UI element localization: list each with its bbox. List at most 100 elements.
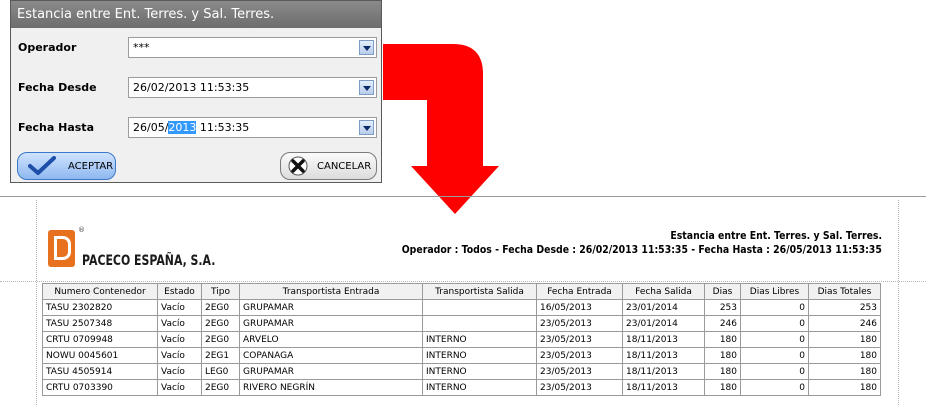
cell: GRUPAMAR bbox=[239, 299, 423, 316]
cell: CRTU 0709948 bbox=[42, 331, 158, 348]
col-header: Dias bbox=[704, 283, 741, 300]
cancel-button[interactable]: CANCELAR bbox=[280, 152, 377, 180]
cell: 2EG0 bbox=[201, 379, 240, 396]
cell: 246 bbox=[808, 315, 881, 332]
cell: GRUPAMAR bbox=[239, 315, 423, 332]
operador-combo[interactable]: *** bbox=[128, 37, 377, 58]
dialog-title: Estancia entre Ent. Terres. y Sal. Terre… bbox=[11, 1, 381, 28]
cell: 0 bbox=[740, 363, 809, 380]
col-header: Dias Totales bbox=[808, 283, 881, 300]
cell: 180 bbox=[808, 363, 881, 380]
report-title: Estancia entre Ent. Terres. y Sal. Terre… bbox=[670, 229, 882, 242]
cell: 180 bbox=[808, 379, 881, 396]
cell: 246 bbox=[704, 315, 741, 332]
cell: 23/05/2013 bbox=[536, 347, 623, 364]
col-header: Transportista Entrada bbox=[239, 283, 423, 300]
chevron-down-icon[interactable] bbox=[359, 40, 374, 55]
cell: LEG0 bbox=[201, 363, 240, 380]
cell: 180 bbox=[704, 331, 741, 348]
cell bbox=[422, 315, 537, 332]
cell: INTERNO bbox=[422, 379, 537, 396]
operador-label: Operador bbox=[18, 41, 77, 54]
col-header: Estado bbox=[157, 283, 202, 300]
fecha-hasta-row: Fecha Hasta 26/05/2013 11:53:35 bbox=[11, 117, 381, 141]
cell: 18/11/2013 bbox=[622, 363, 705, 380]
cell: 23/05/2013 bbox=[536, 315, 623, 332]
cell: 23/01/2014 bbox=[622, 299, 705, 316]
cell: TASU 2302820 bbox=[42, 299, 158, 316]
arrow-down-icon bbox=[383, 44, 499, 214]
col-header: Dias Libres bbox=[740, 283, 809, 300]
cell: 18/11/2013 bbox=[622, 379, 705, 396]
cell: COPANAGA bbox=[239, 347, 423, 364]
cell: 0 bbox=[740, 315, 809, 332]
fecha-desde-row: Fecha Desde 26/02/2013 11:53:35 bbox=[11, 77, 381, 101]
logo-registered-mark: ® bbox=[78, 226, 85, 234]
cell: 2EG0 bbox=[201, 331, 240, 348]
cell: 180 bbox=[704, 347, 741, 364]
cell: 0 bbox=[740, 331, 809, 348]
report-subtitle: Operador : Todos - Fecha Desde : 26/02/2… bbox=[401, 243, 882, 256]
operador-value: *** bbox=[133, 41, 150, 54]
cell: 2EG0 bbox=[201, 299, 240, 316]
cell: INTERNO bbox=[422, 331, 537, 348]
col-header: Transportista Salida bbox=[422, 283, 537, 300]
fecha-desde-label: Fecha Desde bbox=[18, 81, 97, 94]
cell: 18/11/2013 bbox=[622, 331, 705, 348]
operador-row: Operador *** bbox=[11, 37, 381, 61]
fecha-hasta-day-month: 26/05/ bbox=[133, 121, 169, 134]
table-row: TASU 4505914 Vacío LEG0 GRUPAMAR INTERNO… bbox=[42, 363, 881, 380]
cancel-label: CANCELAR bbox=[317, 161, 372, 172]
fecha-hasta-time: 11:53:35 bbox=[196, 121, 250, 134]
table-row: TASU 2507348 Vacío 2EG0 GRUPAMAR 23/05/2… bbox=[42, 315, 881, 332]
close-icon bbox=[288, 156, 308, 176]
cell: GRUPAMAR bbox=[239, 363, 423, 380]
chevron-down-icon[interactable] bbox=[359, 80, 374, 95]
table-row: NOWU 0045601 Vacío 2EG1 COPANAGA INTERNO… bbox=[42, 347, 881, 364]
cell: 180 bbox=[808, 331, 881, 348]
cell: 18/11/2013 bbox=[622, 347, 705, 364]
chevron-down-icon[interactable] bbox=[359, 120, 374, 135]
parameters-dialog: Estancia entre Ent. Terres. y Sal. Terre… bbox=[10, 0, 382, 183]
table-row: CRTU 0709948 Vacío 2EG0 ARVELO INTERNO 2… bbox=[42, 331, 881, 348]
cell: 23/05/2013 bbox=[536, 363, 623, 380]
company-name: PACECO ESPAÑA, S.A. bbox=[82, 253, 216, 269]
table-header-row: Numero Contenedor Estado Tipo Transporti… bbox=[42, 283, 881, 300]
cell: 180 bbox=[704, 379, 741, 396]
cell: 0 bbox=[740, 379, 809, 396]
accept-button[interactable]: ACEPTAR bbox=[17, 152, 116, 180]
cell: 2EG0 bbox=[201, 315, 240, 332]
col-header: Numero Contenedor bbox=[42, 283, 158, 300]
cell: Vacío bbox=[157, 347, 202, 364]
report-margin-left bbox=[36, 200, 37, 405]
cell: 253 bbox=[704, 299, 741, 316]
cell bbox=[422, 299, 537, 316]
report-top-border bbox=[0, 196, 926, 197]
cell: 2EG1 bbox=[201, 347, 240, 364]
cell: 23/05/2013 bbox=[536, 379, 623, 396]
fecha-hasta-value[interactable]: 26/05/2013 11:53:35 bbox=[133, 121, 249, 134]
fecha-hasta-label: Fecha Hasta bbox=[18, 121, 94, 134]
fecha-desde-picker[interactable]: 26/02/2013 11:53:35 bbox=[128, 77, 377, 98]
cell: Vacío bbox=[157, 299, 202, 316]
fecha-hasta-picker[interactable]: 26/05/2013 11:53:35 bbox=[128, 117, 377, 138]
checkmark-icon bbox=[28, 156, 56, 175]
cell: Vacío bbox=[157, 315, 202, 332]
cell: 23/01/2014 bbox=[622, 315, 705, 332]
cell: Vacío bbox=[157, 331, 202, 348]
cell: TASU 2507348 bbox=[42, 315, 158, 332]
report-table: Numero Contenedor Estado Tipo Transporti… bbox=[42, 283, 881, 396]
cell: 0 bbox=[740, 299, 809, 316]
cell: 180 bbox=[704, 363, 741, 380]
cell: 23/05/2013 bbox=[536, 331, 623, 348]
cell: INTERNO bbox=[422, 347, 537, 364]
table-row: CRTU 0703390 Vacío 2EG0 RIVERO NEGRÍN IN… bbox=[42, 379, 881, 396]
company-logo bbox=[48, 230, 75, 267]
cell: CRTU 0703390 bbox=[42, 379, 158, 396]
cell: 16/05/2013 bbox=[536, 299, 623, 316]
cell: Vacío bbox=[157, 379, 202, 396]
col-header: Fecha Entrada bbox=[536, 283, 623, 300]
col-header: Tipo bbox=[201, 283, 240, 300]
cell: 253 bbox=[808, 299, 881, 316]
report-margin-right bbox=[898, 200, 899, 405]
